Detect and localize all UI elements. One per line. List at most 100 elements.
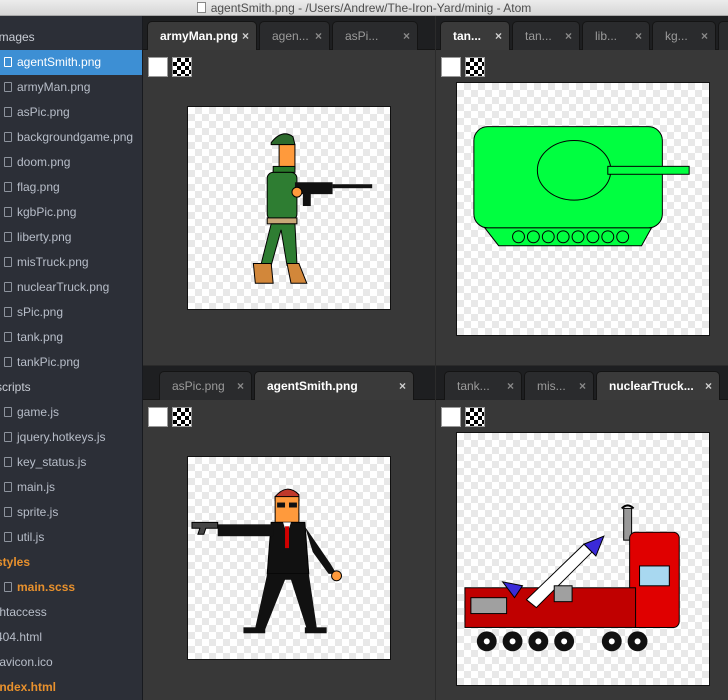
tree-file[interactable]: agentSmith.png bbox=[0, 50, 142, 75]
tab-tankpic[interactable]: tan... × bbox=[512, 21, 580, 50]
white-background-button[interactable] bbox=[148, 57, 168, 77]
tree-file[interactable]: doom.png bbox=[0, 150, 142, 175]
tree-item-label: misTruck.png bbox=[17, 255, 89, 269]
tree-item-label: 404.html bbox=[0, 630, 43, 644]
tree-item-label: flag.png bbox=[17, 180, 60, 194]
transparent-background-button[interactable] bbox=[172, 407, 192, 427]
tree-item-label: armyMan.png bbox=[17, 80, 91, 94]
image-canvas-armyman bbox=[187, 106, 391, 310]
file-icon bbox=[4, 182, 12, 192]
tab-label: mis... bbox=[537, 379, 566, 393]
close-icon[interactable]: × bbox=[635, 22, 642, 50]
close-icon[interactable]: × bbox=[237, 372, 244, 400]
tree-item-label: key_status.js bbox=[17, 455, 87, 469]
tree-item-label: favicon.ico bbox=[0, 655, 53, 669]
tab-label: lib... bbox=[595, 29, 618, 43]
tree-file[interactable]: backgroundgame.png bbox=[0, 125, 142, 150]
tree-file[interactable]: sprite.js bbox=[0, 500, 142, 525]
tree-file[interactable]: sPic.png bbox=[0, 300, 142, 325]
tree-item-label: .htaccess bbox=[0, 605, 47, 619]
file-icon bbox=[4, 357, 12, 367]
tab-aspic[interactable]: asPi... × bbox=[332, 21, 418, 50]
close-icon[interactable]: × bbox=[495, 22, 502, 50]
tree-file[interactable]: tankPic.png bbox=[0, 350, 142, 375]
file-icon bbox=[4, 207, 12, 217]
transparent-background-button[interactable] bbox=[465, 407, 485, 427]
image-canvas-nucleartruck bbox=[456, 432, 710, 686]
tree-file[interactable]: favicon.ico bbox=[0, 650, 142, 675]
file-icon bbox=[4, 457, 12, 467]
pane-bottom-right: tank... × mis... × nuclearTruck... × bbox=[436, 366, 728, 700]
tree-file[interactable]: kgbPic.png bbox=[0, 200, 142, 225]
tab-tank[interactable]: tan... × bbox=[440, 21, 510, 50]
tree-folder[interactable]: styles bbox=[0, 550, 142, 575]
white-background-button[interactable] bbox=[441, 407, 461, 427]
tree-item-label: kgbPic.png bbox=[17, 205, 77, 219]
tab-bar: tank... × mis... × nuclearTruck... × bbox=[436, 366, 728, 400]
close-icon[interactable]: × bbox=[701, 22, 708, 50]
tree-item-label: doom.png bbox=[17, 155, 71, 169]
tree-file[interactable]: nuclearTruck.png bbox=[0, 275, 142, 300]
tree-file[interactable]: index.html bbox=[0, 675, 142, 700]
tree-item-label: main.scss bbox=[17, 580, 76, 594]
tree-file[interactable]: key_status.js bbox=[0, 450, 142, 475]
tab-armyman[interactable]: armyMan.png × bbox=[147, 21, 257, 50]
tree-item-label: styles bbox=[0, 555, 31, 569]
tree-view[interactable]: images agentSmith.png armyMan.png asPic.png… bbox=[0, 16, 143, 700]
tab-agentsmith[interactable]: agen... × bbox=[259, 21, 330, 50]
tab-label: armyMan.png bbox=[160, 29, 239, 43]
tree-file[interactable]: main.scss bbox=[0, 575, 142, 600]
close-icon[interactable]: × bbox=[579, 372, 586, 400]
file-icon bbox=[4, 482, 12, 492]
close-icon[interactable]: × bbox=[242, 22, 249, 50]
tab-mistruck[interactable]: mis... × bbox=[524, 371, 594, 400]
tab-label: tan... bbox=[453, 29, 482, 43]
tree-file[interactable]: tank.png bbox=[0, 325, 142, 350]
tree-file[interactable]: main.js bbox=[0, 475, 142, 500]
tab-label: asPic.png bbox=[172, 379, 225, 393]
close-icon[interactable]: × bbox=[507, 372, 514, 400]
tree-file[interactable]: jquery.hotkeys.js bbox=[0, 425, 142, 450]
tab-aspic[interactable]: asPic.png × bbox=[159, 371, 252, 400]
tree-file[interactable]: flag.png bbox=[0, 175, 142, 200]
transparent-background-button[interactable] bbox=[172, 57, 192, 77]
pane-bottom-left: asPic.png × agentSmith.png × bbox=[143, 366, 435, 700]
tab-label: nuclearTruck... bbox=[609, 379, 694, 393]
tree-item-label: tank.png bbox=[17, 330, 64, 344]
tab-tank[interactable]: tank... × bbox=[444, 371, 522, 400]
tree-file[interactable]: util.js bbox=[0, 525, 142, 550]
tree-item-label: index.html bbox=[0, 680, 57, 694]
tree-folder[interactable]: scripts bbox=[0, 375, 142, 400]
tree-file[interactable]: asPic.png bbox=[0, 100, 142, 125]
tree-item-label: agentSmith.png bbox=[17, 55, 102, 69]
pane-top-left: armyMan.png × agen... × asPi... × bbox=[143, 16, 435, 365]
tree-item-label: sPic.png bbox=[17, 305, 64, 319]
file-icon bbox=[4, 532, 12, 542]
tree-file[interactable]: 404.html bbox=[0, 625, 142, 650]
file-icon bbox=[4, 282, 12, 292]
white-background-button[interactable] bbox=[441, 57, 461, 77]
close-icon[interactable]: × bbox=[315, 22, 322, 50]
tree-folder[interactable]: images bbox=[0, 25, 142, 50]
tree-file[interactable]: game.js bbox=[0, 400, 142, 425]
tab-nucleartruck[interactable]: nuclearTruck... × bbox=[596, 371, 720, 400]
close-icon[interactable]: × bbox=[705, 372, 712, 400]
close-icon[interactable]: × bbox=[565, 22, 572, 50]
tree-file[interactable]: .htaccess bbox=[0, 600, 142, 625]
close-icon[interactable]: × bbox=[403, 22, 410, 50]
tab-liberty[interactable]: lib... × bbox=[582, 21, 650, 50]
tab-flag[interactable]: f bbox=[718, 21, 728, 50]
tree-file[interactable]: liberty.png bbox=[0, 225, 142, 250]
file-icon bbox=[4, 132, 12, 142]
tree-item-label: images bbox=[0, 30, 35, 44]
close-icon[interactable]: × bbox=[399, 372, 406, 400]
white-background-button[interactable] bbox=[148, 407, 168, 427]
tab-agentsmith[interactable]: agentSmith.png × bbox=[254, 371, 414, 400]
pane-top-right: tan... × tan... × lib... × kg... × f bbox=[436, 16, 728, 365]
transparent-background-button[interactable] bbox=[465, 57, 485, 77]
image-canvas-agentsmith bbox=[187, 456, 391, 660]
tree-file[interactable]: armyMan.png bbox=[0, 75, 142, 100]
file-icon bbox=[4, 257, 12, 267]
tree-file[interactable]: misTruck.png bbox=[0, 250, 142, 275]
tab-kgbpic[interactable]: kg... × bbox=[652, 21, 716, 50]
